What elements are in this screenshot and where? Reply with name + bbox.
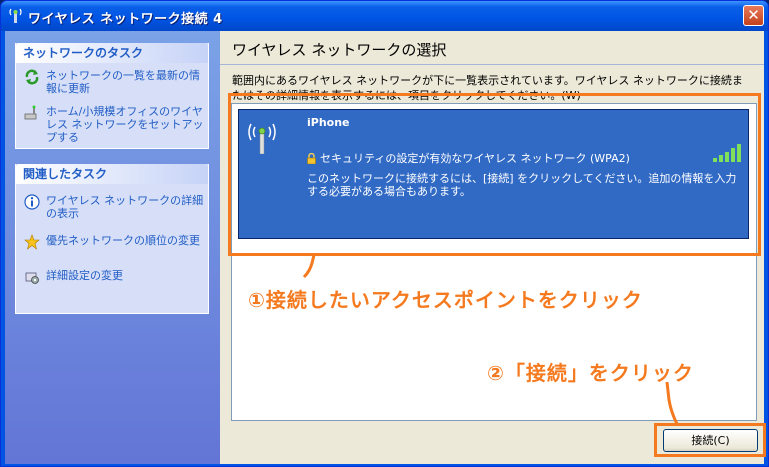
info-icon: [24, 194, 40, 210]
task-pane: ネットワークのタスク ネットワークの一覧を最新の情報に更新 ホーム/小規模オフィ…: [5, 31, 220, 464]
refresh-icon: [25, 69, 39, 85]
annotation-highlight-connect: [654, 423, 766, 457]
task-refresh-label: ネットワークの一覧を最新の情報に更新: [46, 69, 200, 95]
title-bar[interactable]: ワイヤレス ネットワーク接続 4 ✕: [1, 1, 768, 31]
annotation-highlight-network: [228, 93, 761, 256]
annotation-line-2: [665, 381, 679, 425]
network-tasks-group: ネットワークのタスク ネットワークの一覧を最新の情報に更新 ホーム/小規模オフィ…: [15, 43, 209, 149]
close-button[interactable]: ✕: [743, 5, 764, 26]
task-advanced-settings[interactable]: 詳細設定の変更: [22, 269, 204, 284]
network-tasks-header[interactable]: ネットワークのタスク: [16, 43, 208, 63]
task-refresh-network-list[interactable]: ネットワークの一覧を最新の情報に更新: [22, 69, 204, 95]
wireless-icon: [9, 8, 22, 23]
annotation-line-1: [302, 255, 316, 279]
page-title: ワイヤレス ネットワークの選択: [232, 41, 447, 59]
task-setup-label: ホーム/小規模オフィスのワイヤレス ネットワークをセットアップする: [46, 105, 204, 144]
task-view-details-label: ワイヤレス ネットワークの詳細の表示: [46, 194, 204, 220]
main-header: ワイヤレス ネットワークの選択: [220, 31, 764, 65]
task-setup-wireless[interactable]: ホーム/小規模オフィスのワイヤレス ネットワークをセットアップする: [22, 105, 204, 144]
settings-icon: [25, 272, 39, 284]
task-change-order-label: 優先ネットワークの順位の変更: [46, 234, 200, 247]
task-view-details[interactable]: ワイヤレス ネットワークの詳細の表示: [22, 194, 204, 220]
star-icon: [24, 234, 40, 250]
wireless-setup-icon: [24, 105, 37, 120]
related-tasks-group: 関連したタスク ワイヤレス ネットワークの詳細の表示 優先ネットワークの順位の変…: [15, 164, 209, 314]
task-change-order[interactable]: 優先ネットワークの順位の変更: [22, 234, 204, 250]
related-tasks-header[interactable]: 関連したタスク: [16, 164, 208, 184]
annotation-step1: ①接続したいアクセスポイントをクリック: [248, 288, 643, 312]
window-title: ワイヤレス ネットワーク接続 4: [28, 12, 223, 27]
task-advanced-settings-label: 詳細設定の変更: [46, 269, 123, 282]
annotation-step2: ②「接続」をクリック: [487, 361, 694, 385]
